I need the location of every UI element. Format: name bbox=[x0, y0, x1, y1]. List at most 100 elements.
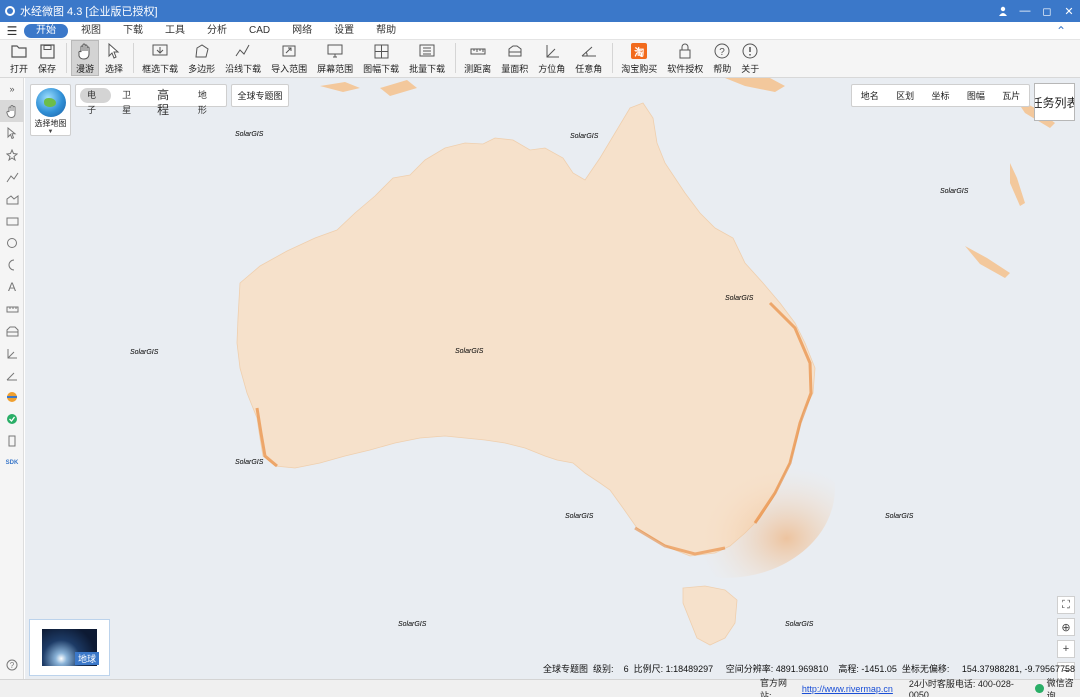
polygon-tool-icon[interactable] bbox=[0, 188, 24, 210]
status-scale: 1:18489297 bbox=[665, 664, 714, 674]
pan-tool-icon[interactable] bbox=[0, 100, 24, 122]
app-logo-icon bbox=[5, 6, 15, 16]
global-thematic-button[interactable]: 全球专题图 bbox=[231, 84, 289, 107]
tasmania-landmass bbox=[682, 585, 738, 646]
footer-site-label: 官方网站: bbox=[760, 677, 788, 697]
watermark: SolarGIS bbox=[725, 295, 754, 302]
menu-cad[interactable]: CAD bbox=[240, 24, 279, 38]
open-button[interactable]: 打开 bbox=[6, 40, 32, 76]
taobao-buy-button[interactable]: 淘 淘宝购买 bbox=[617, 40, 661, 76]
map-view[interactable]: SolarGIS SolarGIS SolarGIS SolarGIS Sola… bbox=[25, 78, 1080, 679]
device-icon[interactable] bbox=[0, 430, 24, 452]
locate-icon[interactable]: ⊕ bbox=[1057, 618, 1075, 636]
menu-download[interactable]: 下载 bbox=[114, 24, 152, 38]
angle-tool-icon[interactable] bbox=[0, 364, 24, 386]
azimuth-button[interactable]: 方位角 bbox=[534, 40, 569, 76]
tab-elevation[interactable]: 高程 bbox=[150, 88, 187, 117]
help-button[interactable]: ? 帮助 bbox=[709, 40, 735, 76]
hamburger-menu-icon[interactable]: ☰ bbox=[0, 24, 24, 38]
collapse-ribbon-icon[interactable]: ⌃ bbox=[1056, 24, 1066, 38]
menu-view[interactable]: 视图 bbox=[72, 24, 110, 38]
zoom-in-button[interactable]: + bbox=[1057, 640, 1075, 658]
task-list-button[interactable]: 任务列表 bbox=[1034, 83, 1075, 121]
tab-electronic[interactable]: 电子 bbox=[80, 88, 112, 115]
sdk-icon[interactable]: SDK bbox=[0, 452, 24, 474]
polyline-tool-icon[interactable] bbox=[0, 166, 24, 188]
close-icon[interactable]: ✕ bbox=[1058, 0, 1080, 22]
any-angle-button[interactable]: 任意角 bbox=[571, 40, 606, 76]
azimuth-tool-icon[interactable] bbox=[0, 342, 24, 364]
watermark: SolarGIS bbox=[570, 133, 599, 140]
minimize-icon[interactable]: — bbox=[1014, 0, 1036, 22]
menu-network[interactable]: 网络 bbox=[283, 24, 321, 38]
license-button[interactable]: 软件授权 bbox=[663, 40, 707, 76]
footer-phone: 24小时客服电话: 400-028-0050 bbox=[908, 679, 1014, 697]
select-tool-icon[interactable] bbox=[0, 122, 24, 144]
left-toolbar: » A SDK ? bbox=[0, 78, 24, 679]
watermark: SolarGIS bbox=[235, 131, 264, 138]
measure-area-button[interactable]: 量面积 bbox=[497, 40, 532, 76]
layer-switch-icon[interactable] bbox=[0, 386, 24, 408]
menu-tools[interactable]: 工具 bbox=[156, 24, 194, 38]
watermark: SolarGIS bbox=[130, 349, 159, 356]
menu-help[interactable]: 帮助 bbox=[367, 24, 405, 38]
about-button[interactable]: 关于 bbox=[737, 40, 763, 76]
island-landmass bbox=[380, 80, 417, 96]
footer-site-link[interactable]: http://www.rivermap.cn bbox=[802, 684, 893, 694]
user-icon[interactable] bbox=[992, 0, 1014, 22]
circle-tool-icon[interactable] bbox=[0, 232, 24, 254]
status-coord: 154.37988281, -9.79567758 bbox=[961, 664, 1076, 674]
rectangle-tool-icon[interactable] bbox=[0, 210, 24, 232]
tab-coordinate[interactable]: 坐标 bbox=[931, 89, 949, 102]
status-elevation-label: 高程: bbox=[838, 664, 859, 674]
tab-terrain[interactable]: 地形 bbox=[191, 88, 222, 115]
line-download-button[interactable]: 沿线下载 bbox=[221, 40, 265, 76]
sheet-download-button[interactable]: 图幅下载 bbox=[359, 40, 403, 76]
map-selector[interactable]: 选择地图 ▼ bbox=[30, 84, 71, 136]
tab-place-name[interactable]: 地名 bbox=[861, 89, 879, 102]
mini-globe-label: 地球 bbox=[74, 652, 99, 665]
tab-district[interactable]: 区划 bbox=[896, 89, 914, 102]
status-level: 6 bbox=[623, 664, 629, 674]
help-circle-icon[interactable]: ? bbox=[0, 654, 24, 676]
toolbar-separator bbox=[455, 43, 457, 73]
box-download-button[interactable]: 框选下载 bbox=[138, 40, 182, 76]
tab-satellite[interactable]: 卫星 bbox=[115, 88, 146, 115]
save-icon bbox=[38, 42, 56, 60]
menu-analysis[interactable]: 分析 bbox=[198, 24, 236, 38]
watermark: SolarGIS bbox=[565, 513, 594, 520]
menu-settings[interactable]: 设置 bbox=[325, 24, 363, 38]
marker-tool-icon[interactable] bbox=[0, 144, 24, 166]
measure-distance-tool-icon[interactable] bbox=[0, 298, 24, 320]
vanuatu-landmass bbox=[1010, 163, 1025, 206]
arc-tool-icon[interactable] bbox=[0, 254, 24, 276]
tab-tile[interactable]: 瓦片 bbox=[1002, 89, 1020, 102]
wechat-consult-button[interactable]: 微信咨询 bbox=[1035, 676, 1080, 697]
window-title: 水经微图 4.3 [企业版已授权] bbox=[20, 6, 158, 18]
watermark: SolarGIS bbox=[235, 459, 264, 466]
pan-button[interactable]: 漫游 bbox=[71, 40, 100, 76]
search-tabs: 地名 区划 坐标 图幅 瓦片 bbox=[851, 84, 1030, 107]
polygon-button[interactable]: 多边形 bbox=[184, 40, 219, 76]
new-guinea-landmass bbox=[725, 78, 785, 92]
southeast-urban-shading bbox=[615, 398, 835, 578]
check-icon[interactable] bbox=[0, 408, 24, 430]
import-range-button[interactable]: 导入范围 bbox=[267, 40, 311, 76]
screen-range-button[interactable]: 屏幕范围 bbox=[313, 40, 357, 76]
ruler-icon bbox=[469, 42, 487, 60]
svg-text:?: ? bbox=[719, 47, 725, 58]
tab-sheet[interactable]: 图幅 bbox=[967, 89, 985, 102]
select-button[interactable]: 选择 bbox=[101, 40, 127, 76]
expand-panel-icon[interactable]: » bbox=[0, 78, 24, 100]
measure-area-tool-icon[interactable] bbox=[0, 320, 24, 342]
measure-distance-button[interactable]: 测距离 bbox=[460, 40, 495, 76]
angle-icon bbox=[580, 42, 598, 60]
taobao-icon: 淘 bbox=[630, 42, 648, 60]
mini-globe-switch[interactable]: 地球 bbox=[29, 619, 110, 676]
maximize-icon[interactable]: ◻ bbox=[1036, 0, 1058, 22]
batch-download-button[interactable]: 批量下载 bbox=[405, 40, 449, 76]
menu-start[interactable]: 开始 bbox=[24, 23, 68, 38]
text-tool-icon[interactable]: A bbox=[0, 276, 24, 298]
fullscreen-icon[interactable]: ⛶ bbox=[1057, 596, 1075, 614]
save-button[interactable]: 保存 bbox=[34, 40, 60, 76]
